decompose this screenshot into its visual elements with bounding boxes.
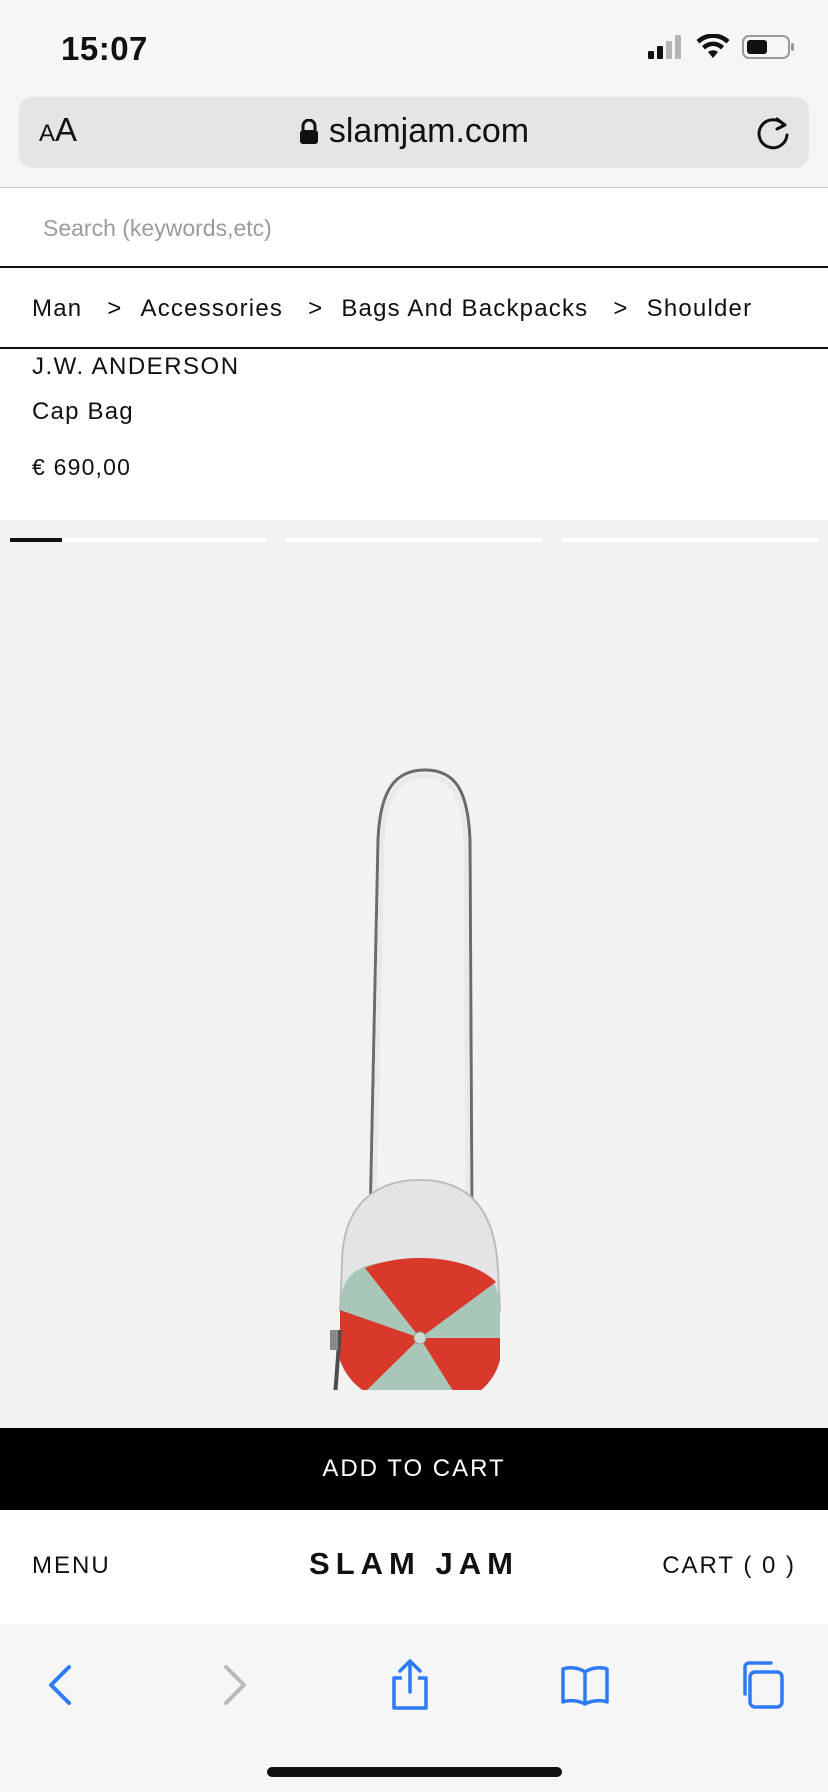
breadcrumb-item-man[interactable]: Man (32, 295, 82, 323)
gallery-indicator-2[interactable] (286, 538, 542, 542)
url-bar[interactable]: AA slamjam.com (19, 97, 809, 168)
add-to-cart-button[interactable]: ADD TO CART (0, 1428, 828, 1510)
tabs-icon (743, 1661, 784, 1709)
product-name: Cap Bag (32, 398, 134, 425)
gallery-indicator-1[interactable] (10, 538, 266, 542)
bookmarks-button[interactable] (555, 1655, 615, 1715)
status-bar: 15:07 (0, 0, 828, 96)
product-image (330, 768, 502, 1390)
wifi-icon (696, 34, 730, 58)
breadcrumb-separator: > (107, 294, 123, 322)
battery-icon (742, 35, 794, 59)
web-content: Man > Accessories > Bags And Backpacks >… (0, 187, 828, 1624)
signal-icon (648, 35, 681, 59)
back-button[interactable] (30, 1655, 90, 1715)
breadcrumb-item-shoulder[interactable]: Shoulder (647, 295, 753, 323)
status-time: 15:07 (61, 30, 148, 67)
gallery-indicator-3[interactable] (562, 538, 818, 542)
share-icon (392, 1659, 428, 1710)
breadcrumb: Man > Accessories > Bags And Backpacks >… (0, 270, 828, 349)
product-info: J.W. ANDERSON Cap Bag € 690,00 (32, 353, 240, 481)
url-text: slamjam.com (328, 112, 530, 150)
breadcrumb-item-accessories[interactable]: Accessories (141, 295, 284, 323)
breadcrumb-item-bags-and-backpacks[interactable]: Bags And Backpacks (341, 295, 588, 323)
lock-icon (299, 118, 318, 144)
url-display[interactable]: slamjam.com (19, 112, 809, 151)
forward-icon (224, 1665, 246, 1705)
home-indicator[interactable] (267, 1767, 562, 1777)
reload-icon[interactable] (753, 113, 793, 153)
breadcrumb-separator: > (308, 294, 324, 322)
back-icon (49, 1665, 71, 1705)
forward-button[interactable] (205, 1655, 265, 1715)
product-price: € 690,00 (32, 454, 132, 480)
status-icons (648, 34, 796, 60)
search-input[interactable] (43, 208, 783, 248)
product-brand[interactable]: J.W. ANDERSON (32, 353, 240, 381)
cart-button[interactable]: CART ( 0 ) (662, 1552, 796, 1580)
browser-toolbar (0, 1625, 828, 1792)
breadcrumb-separator: > (613, 294, 629, 322)
share-button[interactable] (380, 1655, 440, 1715)
search-bar (0, 188, 828, 268)
bookmarks-icon (561, 1666, 609, 1706)
site-bottom-nav: MENU SLAM JAM CART ( 0 ) (0, 1510, 828, 1624)
tabs-button[interactable] (730, 1655, 790, 1715)
